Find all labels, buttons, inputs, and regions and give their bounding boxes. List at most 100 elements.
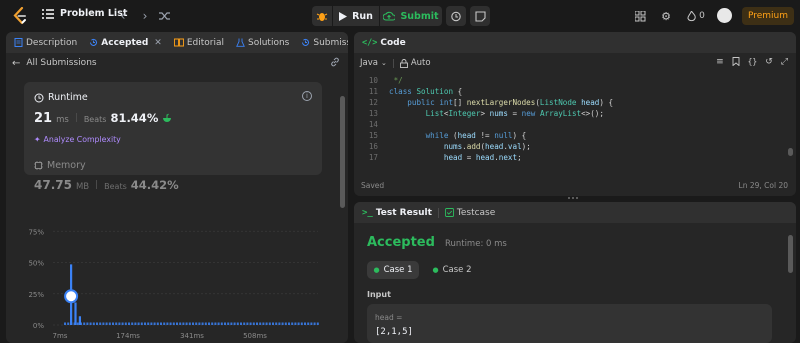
bug-icon — [316, 13, 328, 21]
test-result-label: Test Result — [375, 207, 432, 218]
code-toolbar: Java ⌄ Auto ≡ {} ↺ ⤢ — [354, 53, 796, 73]
line-number: 11 — [368, 87, 378, 96]
tab-accepted[interactable]: Accepted ✕ — [85, 38, 166, 48]
auto-mode-toggle[interactable]: Auto — [399, 58, 431, 68]
bar — [67, 322, 70, 325]
sparkle-icon: ✦ — [34, 135, 41, 144]
code-line[interactable]: class Solution { — [389, 87, 462, 96]
bookmark-icon[interactable] — [732, 57, 740, 69]
tab-submissions[interactable]: Submissions — [297, 38, 348, 48]
bar — [249, 322, 252, 325]
shuffle-icon[interactable] — [157, 8, 173, 24]
streak-counter[interactable]: 0 — [684, 8, 708, 24]
close-tab-icon[interactable]: ✕ — [154, 38, 162, 48]
code-scrollbar[interactable] — [788, 148, 793, 156]
code-line[interactable]: nums.add(head.val); — [389, 142, 531, 151]
code-line[interactable]: head = head.next; — [389, 153, 522, 162]
result-scrollbar[interactable] — [788, 235, 793, 273]
all-submissions-link[interactable]: All Submissions — [26, 58, 96, 68]
tab-code[interactable]: </> Code — [358, 38, 410, 48]
input-box[interactable]: head = [2,1,5] — [367, 304, 772, 343]
prev-problem-icon[interactable]: ‹ — [115, 8, 131, 24]
tab-test-result[interactable]: >_ Test Result — [358, 208, 436, 218]
bar — [121, 322, 124, 325]
bar — [172, 322, 175, 325]
bar — [195, 322, 198, 325]
bar — [74, 302, 77, 325]
bar — [294, 322, 297, 325]
back-arrow-icon[interactable]: ← — [12, 58, 20, 69]
alarm-clock-icon — [451, 11, 461, 22]
braces-icon[interactable]: {} — [748, 57, 758, 69]
bar — [124, 322, 127, 325]
tab-editorial[interactable]: Editorial — [170, 38, 228, 48]
bar — [297, 322, 300, 325]
code-line[interactable]: public int[] nextLargerNodes(ListNode he… — [389, 98, 613, 107]
info-icon[interactable]: i — [302, 91, 312, 101]
timer-button[interactable] — [446, 6, 466, 26]
memory-stats[interactable]: 47.75 MB Beats 44.42% — [34, 178, 179, 192]
stat-divider — [75, 113, 77, 122]
bar — [131, 322, 134, 325]
line-number: 13 — [368, 109, 378, 118]
run-button[interactable]: Run — [333, 6, 379, 26]
code-line[interactable]: */ — [389, 76, 403, 85]
resize-handle[interactable] — [567, 197, 579, 200]
runtime-distribution-chart[interactable]: 75% 50% 25% 0% 7ms 174ms 341ms 508ms — [6, 212, 336, 343]
flask-icon — [236, 38, 245, 47]
chip-icon — [34, 161, 43, 170]
format-align-icon[interactable]: ≡ — [716, 57, 724, 69]
case-2-tab[interactable]: ● Case 2 — [426, 261, 478, 279]
premium-button[interactable]: Premium — [742, 7, 794, 25]
tab-description[interactable]: Description — [10, 38, 81, 48]
memory-title[interactable]: Memory — [34, 160, 86, 171]
tab-solutions[interactable]: Solutions — [232, 38, 293, 48]
submit-label: Submit — [400, 10, 439, 22]
debug-button[interactable] — [312, 6, 332, 26]
line-number: 10 — [368, 76, 378, 85]
memory-beats-value: 44.42% — [130, 178, 179, 192]
bar — [236, 322, 239, 325]
checkbox-icon — [444, 208, 454, 217]
result-status: Accepted Runtime: 0 ms — [367, 235, 507, 250]
bar — [240, 322, 242, 325]
bar — [188, 322, 191, 325]
bar — [204, 322, 207, 325]
bar — [99, 322, 102, 325]
bar — [156, 322, 159, 325]
language-select[interactable]: Java ⌄ — [360, 58, 387, 68]
share-link-icon[interactable] — [330, 57, 340, 70]
bar — [278, 322, 281, 325]
next-problem-icon[interactable]: › — [137, 8, 153, 24]
bar — [134, 322, 137, 325]
layout-grid-icon[interactable] — [632, 8, 648, 24]
notes-button[interactable] — [470, 6, 490, 26]
code-line[interactable]: List<Integer> nums = new ArrayList<>(); — [389, 109, 604, 118]
submissions-header: ← All Submissions — [6, 53, 348, 73]
tab-testcase[interactable]: Testcase — [441, 208, 499, 218]
terminal-icon: >_ — [362, 207, 373, 218]
code-title: Code — [380, 37, 406, 48]
bar — [275, 322, 278, 325]
runtime-beats-value: 81.44% — [110, 111, 159, 125]
reset-icon[interactable]: ↺ — [765, 57, 773, 69]
bar — [201, 322, 204, 325]
bar — [288, 322, 290, 325]
leetcode-logo-icon[interactable] — [12, 7, 28, 25]
bar — [281, 322, 284, 325]
code-editor[interactable]: 10 */ 11 class Solution {12 public int[] n… — [354, 73, 796, 173]
bar — [144, 322, 146, 325]
avatar[interactable] — [717, 8, 732, 23]
bar — [300, 322, 303, 325]
submit-button[interactable]: Submit — [380, 6, 442, 26]
left-scrollbar[interactable] — [340, 96, 345, 208]
bar — [313, 322, 316, 325]
case-1-tab[interactable]: ● Case 1 — [367, 261, 419, 279]
settings-gear-icon[interactable]: ⚙ — [658, 8, 674, 24]
expand-icon[interactable]: ⤢ — [781, 57, 788, 69]
top-bar: Problem List ‹ › Run Submit ⚙ 0 Premium — [0, 0, 800, 32]
bar — [140, 322, 143, 325]
code-line[interactable]: while (head != null) { — [389, 131, 527, 140]
bar — [86, 322, 89, 325]
analyze-complexity-button[interactable]: ✦ Analyze Complexity — [34, 135, 121, 144]
